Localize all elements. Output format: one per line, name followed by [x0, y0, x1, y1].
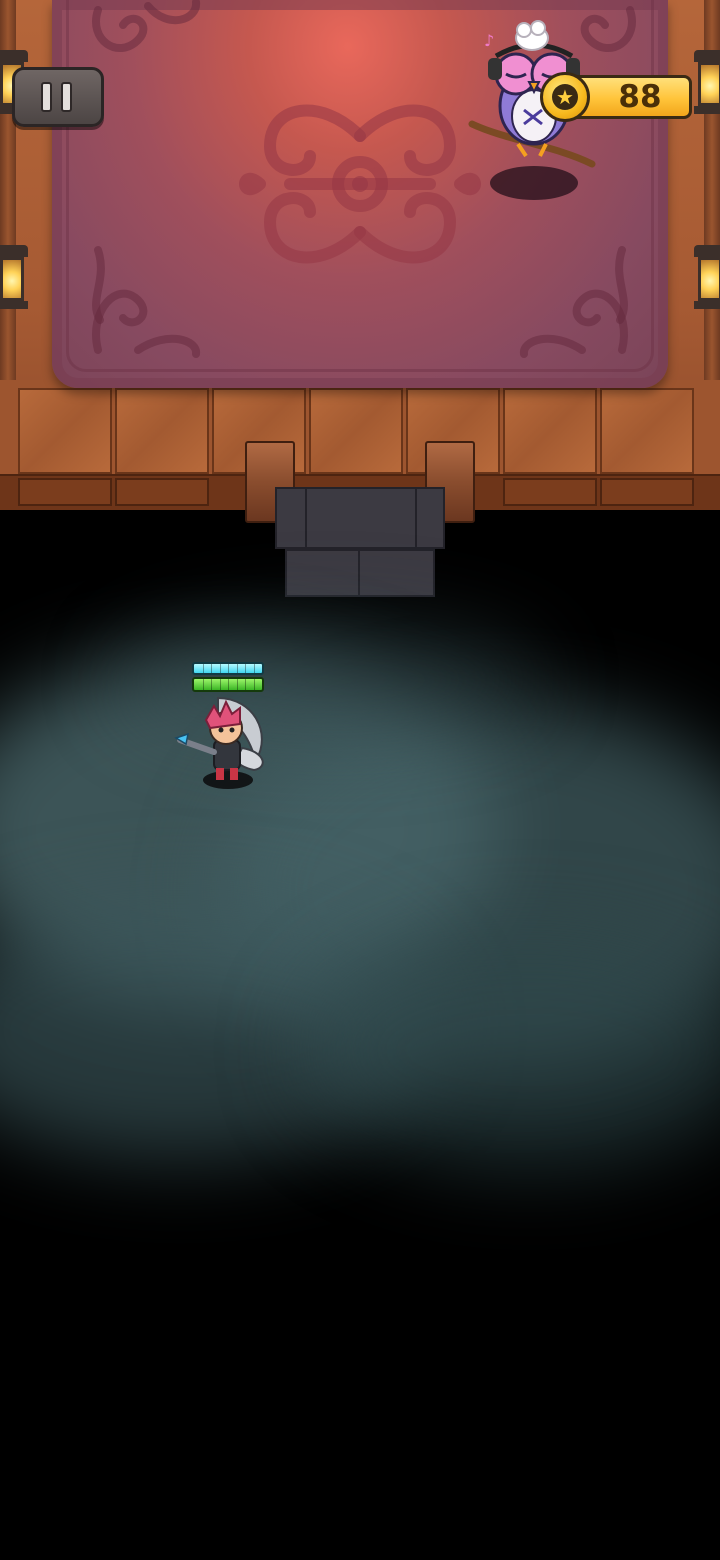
- stair-seam: [358, 549, 360, 597]
- stair-seam: [415, 487, 417, 549]
- carpet-corner-ornament: [92, 0, 200, 52]
- star-icon: ★: [556, 85, 574, 109]
- floor-plank: [503, 388, 597, 474]
- fog-cloud: [300, 930, 720, 1170]
- floor-edge-segment: [600, 478, 694, 506]
- coin-count: 88: [618, 79, 662, 115]
- pause-icon: [41, 82, 77, 112]
- wall-lantern: [690, 50, 720, 120]
- bar-segment-divider: [211, 664, 212, 673]
- coin-counter: 88 ★: [540, 72, 692, 122]
- floor-edge-segment: [115, 478, 209, 506]
- stair-step: [285, 549, 435, 597]
- bar-segment-divider: [245, 664, 246, 673]
- player-character: [174, 660, 270, 792]
- pause-button[interactable]: [12, 67, 104, 127]
- floor-edge-segment: [18, 478, 112, 506]
- stair-seam: [305, 487, 307, 549]
- carpet-center-ornament: [239, 104, 481, 264]
- hero-sprite: [174, 696, 264, 789]
- star-coin-icon: ★: [540, 72, 590, 122]
- bar-segment-divider: [245, 679, 246, 690]
- bar-segment-divider: [219, 664, 221, 673]
- pause-icon-bar: [41, 82, 52, 112]
- carpet-corner-ornament: [92, 246, 200, 358]
- svg-text:♪: ♪: [484, 31, 494, 50]
- coin-star-disc: ★: [552, 84, 578, 110]
- floor-plank: [18, 388, 112, 474]
- game-screen: ♪ 88 ★: [0, 0, 720, 1560]
- bar-segment-divider: [236, 664, 238, 673]
- bar-segment-divider: [236, 679, 238, 690]
- floor-plank: [115, 388, 209, 474]
- bar-segment-divider: [253, 679, 255, 690]
- wall-lantern: [690, 245, 720, 315]
- wall-lantern: [0, 245, 32, 315]
- stair-step: [275, 487, 445, 549]
- bar-segment-divider: [219, 679, 221, 690]
- health-bar: [192, 677, 264, 692]
- shield-bar: [192, 662, 264, 675]
- bar-segment-divider: [202, 679, 204, 690]
- bar-segment-divider: [202, 664, 204, 673]
- carpet-corner-ornament: [520, 246, 628, 358]
- bar-segment-divider: [228, 664, 229, 673]
- bar-segment-divider: [253, 664, 255, 673]
- floor-plank: [600, 388, 694, 474]
- bar-segment-divider: [211, 679, 212, 690]
- floor-plank: [309, 388, 403, 474]
- bar-segment-divider: [228, 679, 229, 690]
- pause-icon-bar: [61, 82, 72, 112]
- floor-edge-segment: [503, 478, 597, 506]
